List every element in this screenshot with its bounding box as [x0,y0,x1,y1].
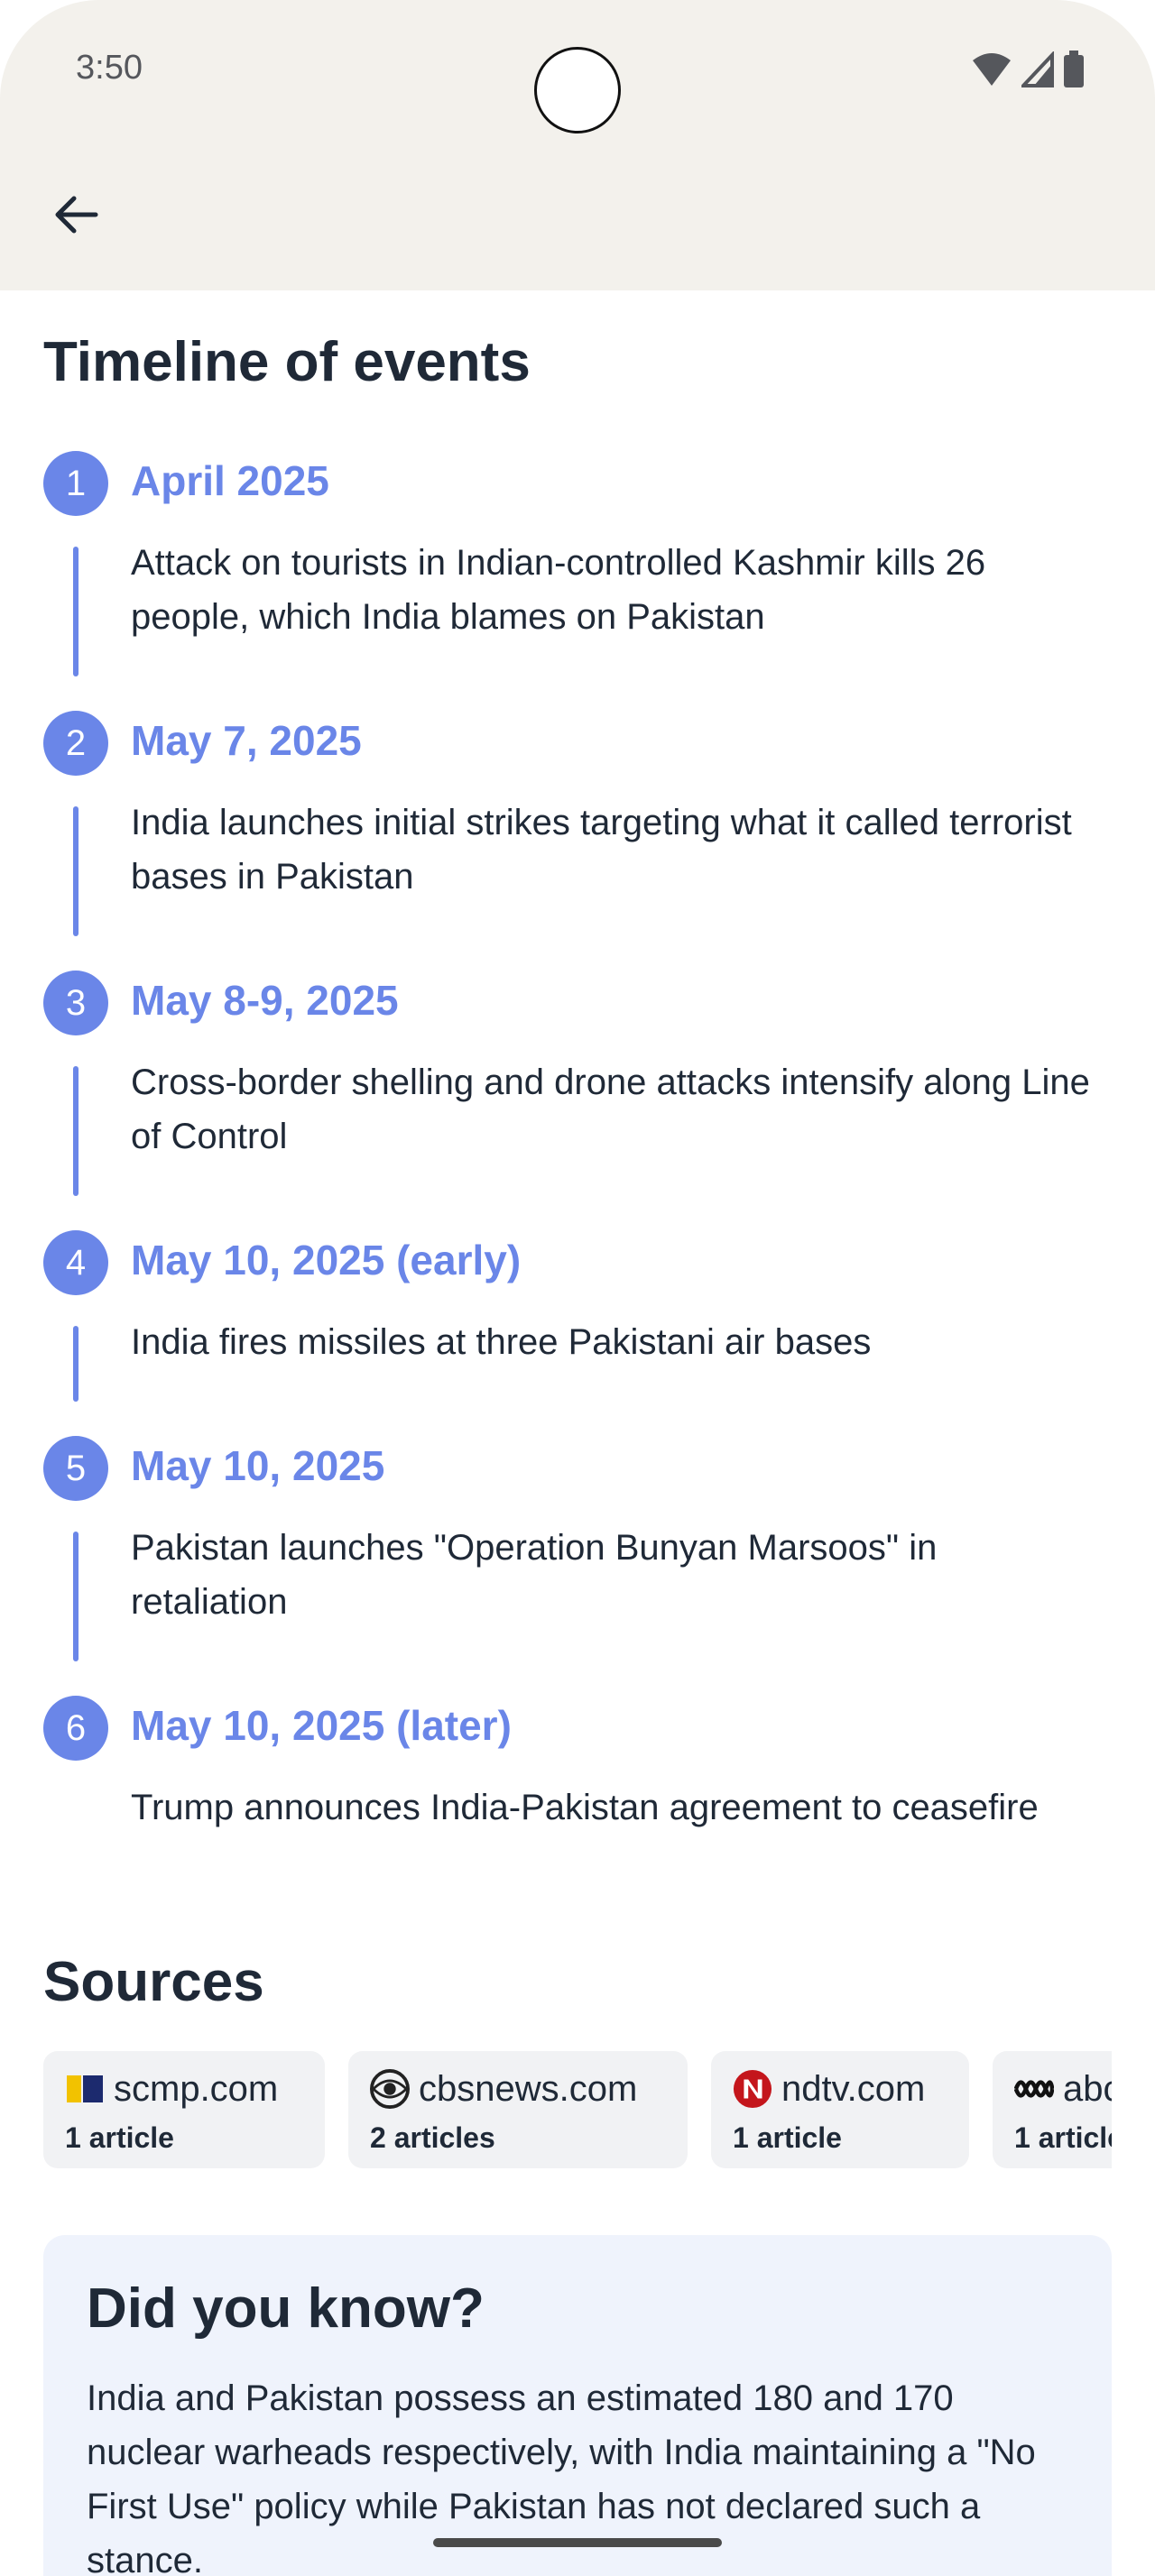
sources-title: Sources [43,1951,264,2013]
did-you-know-card: Did you know? India and Pakistan possess… [43,2235,1112,2576]
battery-icon [1064,51,1084,87]
event-number-badge: 1 [43,451,108,516]
event-description: India launches initial strikes targeting… [131,803,1072,897]
arrow-back-icon [55,196,98,234]
event-date: May 10, 2025 (early) [131,1237,522,1283]
timeline-connector [73,1066,79,1196]
back-button[interactable] [47,186,105,244]
signal-icon [1021,51,1054,87]
event-number-badge: 2 [43,711,108,776]
did-you-know-title: Did you know? [87,2277,485,2340]
event-date: April 2025 [131,457,329,504]
event-description: Trump announces India-Pakistan agreement… [131,1788,1039,1827]
top-app-bar: 3:50 [0,0,1155,290]
abc-logo-icon [1014,2069,1054,2109]
source-chip-cbsnews[interactable]: cbsnews.com 2 articles [348,2051,688,2168]
timeline-connector [73,1326,79,1402]
source-article-count: 1 article [65,2121,174,2154]
ndtv-logo-icon [733,2069,772,2109]
scmp-logo-icon [65,2069,105,2109]
camera-cutout [534,47,621,133]
sources-carousel[interactable]: scmp.com 1 article cbsnews.com 2 article… [43,2051,1112,2170]
event-date: May 10, 2025 (later) [131,1702,512,1749]
source-domain: scmp.com [114,2068,279,2109]
source-chip-scmp[interactable]: scmp.com 1 article [43,2051,325,2168]
event-number-badge: 5 [43,1436,108,1501]
timeline-connector [73,806,79,936]
source-domain: ndtv.com [781,2068,926,2109]
timeline-connector [73,1532,79,1661]
source-domain: abc.net.au [1063,2068,1112,2109]
event-date: May 7, 2025 [131,717,362,764]
source-domain: cbsnews.com [419,2068,638,2109]
cbs-eye-logo-icon [370,2069,410,2109]
gesture-home-indicator[interactable] [433,2538,722,2547]
timeline-connector [73,547,79,676]
event-number-badge: 6 [43,1696,108,1761]
event-description: India fires missiles at three Pakistani … [131,1322,872,1362]
source-chip-abc[interactable]: abc.net.au 1 article [993,2051,1112,2168]
event-number-badge: 3 [43,971,108,1035]
event-date: May 8-9, 2025 [131,977,399,1024]
wifi-icon [973,53,1011,86]
source-article-count: 2 articles [370,2121,495,2154]
source-article-count: 1 article [733,2121,842,2154]
event-number-badge: 4 [43,1230,108,1295]
status-icons [971,51,1085,88]
event-description: Cross-border shelling and drone attacks … [131,1063,1090,1156]
status-time: 3:50 [76,49,143,87]
source-chip-ndtv[interactable]: ndtv.com 1 article [711,2051,969,2168]
event-date: May 10, 2025 [131,1442,385,1489]
timeline-title: Timeline of events [43,331,531,393]
event-description: Attack on tourists in Indian-controlled … [131,543,986,637]
event-description: Pakistan launches "Operation Bunyan Mars… [131,1528,938,1622]
source-article-count: 1 article [1014,2121,1112,2154]
